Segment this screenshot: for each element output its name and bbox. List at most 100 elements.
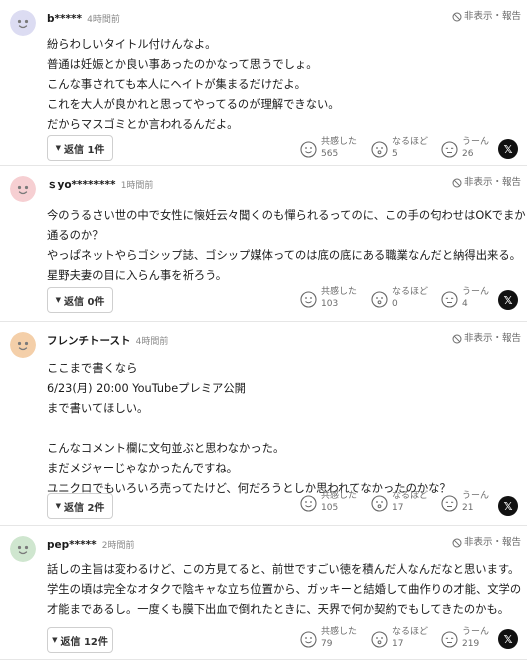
reaction-empathy-button[interactable]: 共感した 79	[300, 626, 357, 650]
reply-toggle-button[interactable]: ▼ 返信 12件	[47, 627, 113, 653]
x-share-button[interactable]: 𝕏	[498, 139, 518, 159]
separator: ・	[492, 11, 502, 22]
reaction-label: なるほど	[392, 491, 429, 501]
hide-report-menu: 非表示・報告	[452, 176, 521, 190]
report-link[interactable]: 報告	[502, 10, 521, 24]
reaction-uun-button[interactable]: うーん 21	[441, 490, 489, 514]
reaction-empathy-button[interactable]: 共感した 103	[300, 286, 357, 310]
timestamp: 4時間前	[135, 337, 169, 347]
hide-report-menu: 非表示・報告	[452, 10, 521, 24]
reply-toggle-button[interactable]: ▼ 返信 1件	[47, 135, 113, 161]
reply-toggle-button[interactable]: ▼ 返信 0件	[47, 287, 113, 313]
hide-link[interactable]: 非表示	[464, 536, 493, 550]
reaction-uun-button[interactable]: うーん 219	[441, 626, 489, 650]
x-share-button[interactable]: 𝕏	[498, 290, 518, 310]
comment-line: 星野夫妻の目に入らん事を祈ろう。	[47, 269, 228, 282]
x-share-button[interactable]: 𝕏	[498, 629, 518, 649]
x-share-button[interactable]: 𝕏	[498, 496, 518, 516]
reaction-empathy-icon	[300, 141, 317, 158]
separator: ・	[492, 333, 502, 344]
report-link[interactable]: 報告	[502, 332, 521, 346]
comment-line: ここまで書くなら	[47, 362, 138, 375]
reaction-label: 共感した	[321, 491, 358, 501]
reaction-uun-icon	[441, 291, 458, 308]
reaction-uun-button[interactable]: うーん 26	[441, 136, 489, 160]
avatar[interactable]	[10, 536, 36, 562]
reaction-count: 17	[392, 639, 404, 649]
comment-line: まだメジャーじゃなかったんですね。	[47, 462, 238, 475]
x-logo-icon: 𝕏	[503, 142, 513, 156]
hide-report-menu: 非表示・報告	[452, 536, 521, 550]
reaction-count: 17	[392, 503, 404, 513]
reaction-count: 219	[462, 639, 480, 649]
caret-down-icon: ▼	[55, 144, 61, 152]
comment-line: 才能まであるし。一度くも膜下出血で倒れたときに、天界で何か契約でもしてきたのかも…	[47, 603, 510, 616]
reaction-count: 79	[321, 639, 333, 649]
reaction-label: 共感した	[321, 627, 358, 637]
reaction-naruhodo-icon	[371, 631, 388, 648]
reaction-count: 4	[462, 299, 468, 309]
separator: ・	[492, 177, 502, 188]
hide-link[interactable]: 非表示	[464, 332, 493, 346]
reaction-count: 565	[321, 149, 339, 159]
caret-down-icon: ▼	[55, 296, 61, 304]
block-icon	[452, 12, 462, 22]
comment-line: 6/23(月) 20:00 YouTubeプレミア公開	[47, 382, 246, 395]
comment-item: pep***** 2時間前 非表示・報告 話しの主旨は変わるけど、この方見てると…	[0, 526, 527, 660]
comment-header: b***** 4時間前	[47, 12, 120, 27]
comment-line: 今のうるさい世の中で女性に懐妊云々聞くのも憚られるってのに、この手の匂わせはOK…	[47, 209, 527, 222]
reaction-label: 共感した	[321, 287, 358, 297]
reaction-label: うーん	[462, 137, 490, 147]
reaction-naruhodo-button[interactable]: なるほど 17	[371, 626, 428, 650]
hide-report-menu: 非表示・報告	[452, 332, 521, 346]
username[interactable]: b*****	[47, 13, 82, 25]
comment-item: b***** 4時間前 非表示・報告 紛らわしいタイトル付けんなよ。 普通は妊娠と…	[0, 0, 527, 166]
comment-body: 今のうるさい世の中で女性に懐妊云々聞くのも憚られるってのに、この手の匂わせはOK…	[47, 206, 527, 286]
comment-line: 話しの主旨は変わるけど、この方見てると、前世ですごい徳を積んだ人なんだなと思いま…	[47, 563, 520, 576]
x-logo-icon: 𝕏	[503, 499, 513, 513]
comment-line: こんなコメント欄に文句並ぶと思わなかった。	[47, 442, 285, 455]
username[interactable]: フレンチトースト	[47, 335, 130, 347]
block-icon	[452, 178, 462, 188]
reaction-label: なるほど	[392, 627, 429, 637]
reaction-naruhodo-button[interactable]: なるほど 5	[371, 136, 428, 160]
reaction-empathy-icon	[300, 631, 317, 648]
reply-label: 返信 0件	[63, 296, 105, 308]
avatar[interactable]	[10, 332, 36, 358]
comment-body: 紛らわしいタイトル付けんなよ。 普通は妊娠とか良い事あったのかなって思うでしょ。こ…	[47, 35, 519, 135]
reply-toggle-button[interactable]: ▼ 返信 2件	[47, 493, 113, 519]
reaction-naruhodo-icon	[371, 291, 388, 308]
report-link[interactable]: 報告	[502, 536, 521, 550]
username[interactable]: pep*****	[47, 539, 97, 551]
hide-link[interactable]: 非表示	[464, 10, 493, 24]
reaction-count: 103	[321, 299, 339, 309]
timestamp: 1時間前	[120, 181, 154, 191]
comment-line: やっぱネットやらゴシップ誌、ゴシップ媒体ってのは底の底にある職業なんだと納得出来…	[47, 249, 521, 262]
reaction-label: なるほど	[392, 137, 429, 147]
reaction-naruhodo-button[interactable]: なるほど 17	[371, 490, 428, 514]
report-link[interactable]: 報告	[502, 176, 521, 190]
comment-header: フレンチトースト 4時間前	[47, 334, 168, 349]
caret-down-icon: ▼	[52, 636, 58, 644]
hide-link[interactable]: 非表示	[464, 176, 493, 190]
reaction-uun-button[interactable]: うーん 4	[441, 286, 489, 310]
comment-item: ｓyo******** 1時間前 非表示・報告 今のうるさい世の中で女性に懐妊云…	[0, 166, 527, 322]
username[interactable]: ｓyo********	[47, 179, 116, 191]
reaction-naruhodo-icon	[371, 141, 388, 158]
reaction-uun-icon	[441, 495, 458, 512]
reaction-empathy-button[interactable]: 共感した 105	[300, 490, 357, 514]
avatar[interactable]	[10, 176, 36, 202]
comment-body: 話しの主旨は変わるけど、この方見てると、前世ですごい徳を積んだ人なんだなと思いま…	[47, 560, 521, 620]
timestamp: 2時間前	[101, 541, 135, 551]
reaction-empathy-button[interactable]: 共感した 565	[300, 136, 357, 160]
separator: ・	[492, 537, 502, 548]
reaction-empathy-icon	[300, 495, 317, 512]
reply-label: 返信 12件	[60, 636, 108, 648]
avatar[interactable]	[10, 10, 36, 36]
reaction-label: なるほど	[392, 287, 429, 297]
reaction-count: 26	[462, 149, 474, 159]
caret-down-icon: ▼	[55, 502, 61, 510]
comment-header: ｓyo******** 1時間前	[47, 178, 153, 193]
reaction-naruhodo-button[interactable]: なるほど 0	[371, 286, 428, 310]
reaction-empathy-icon	[300, 291, 317, 308]
